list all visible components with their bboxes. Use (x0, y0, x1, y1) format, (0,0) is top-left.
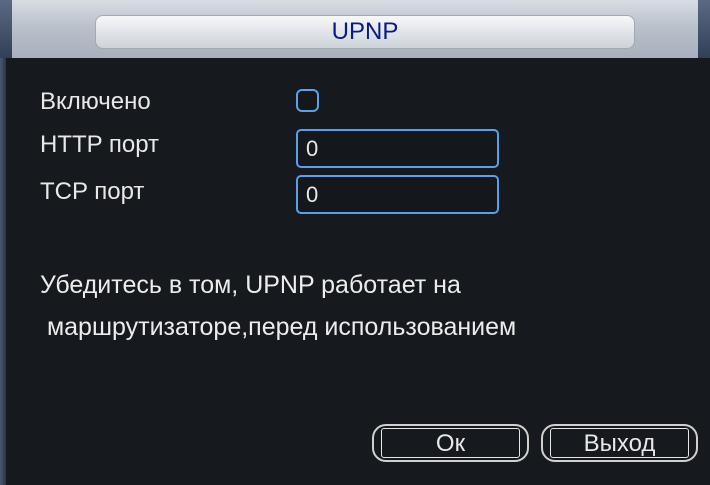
http-port-label: HTTP порт (40, 131, 160, 158)
enabled-label: Включено (40, 88, 151, 115)
upnp-dialog: UPNP Включено HTTP порт 0 TCP порт 0 Убе… (0, 0, 710, 485)
upnp-notice-line-2: маршрутизаторе,перед использованием (40, 313, 517, 341)
enabled-checkbox[interactable] (296, 89, 319, 112)
http-port-field[interactable]: 0 (296, 129, 499, 168)
ok-button[interactable]: Ок (372, 424, 529, 462)
title-bar-left-edge (0, 0, 12, 58)
upnp-notice-line-1: Убедитесь в том, UPNP работает на (40, 271, 461, 299)
tcp-port-label: TCP порт (40, 178, 145, 205)
exit-button[interactable]: Выход (541, 424, 698, 462)
ok-button-label: Ок (381, 428, 520, 458)
title-bar: UPNP (0, 0, 710, 58)
tcp-port-field[interactable]: 0 (296, 175, 499, 214)
dialog-title: UPNP (331, 18, 399, 45)
left-window-border (0, 58, 6, 485)
exit-button-label: Выход (550, 428, 689, 458)
title-bar-right-edge (698, 0, 710, 58)
